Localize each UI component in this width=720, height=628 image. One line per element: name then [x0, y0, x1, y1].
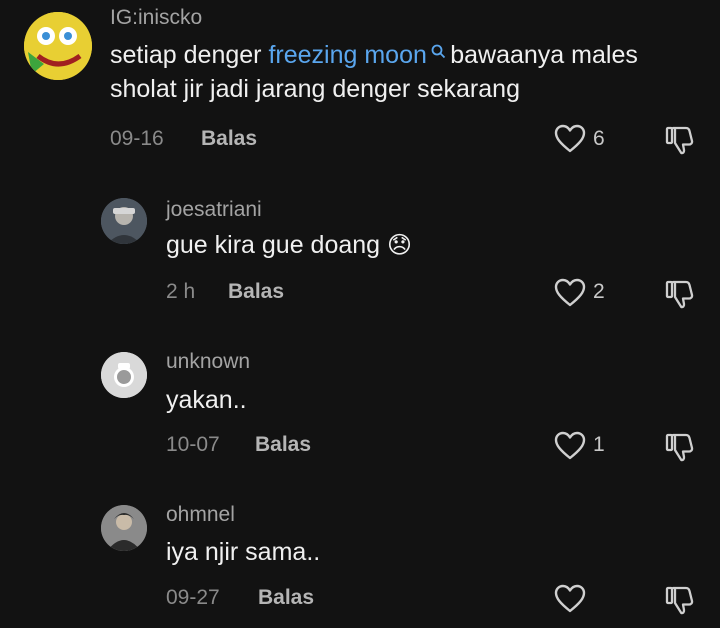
reply-button[interactable]: Balas	[258, 586, 314, 610]
reply-button[interactable]: Balas	[201, 127, 257, 151]
heart-icon[interactable]	[554, 584, 586, 614]
like-count: 6	[593, 127, 605, 150]
reply-button[interactable]: Balas	[255, 433, 311, 457]
avatar[interactable]	[24, 12, 92, 80]
comment-text: setiap denger freezing moon bawaanya mal…	[110, 38, 680, 106]
avatar[interactable]	[101, 352, 147, 398]
avatar[interactable]	[101, 198, 147, 244]
timestamp: 2 h	[166, 280, 196, 303]
dislike-icon[interactable]	[664, 124, 696, 156]
comment-4: ohmnel iya njir sama.. 09-27 Balas	[0, 497, 720, 628]
timestamp: 09-27	[166, 586, 220, 609]
username[interactable]: unknown	[166, 350, 250, 374]
like-count: 2	[593, 280, 605, 303]
timestamp: 09-16	[110, 127, 164, 150]
search-link[interactable]: freezing moon	[268, 41, 426, 69]
heart-icon[interactable]	[554, 278, 586, 308]
comment-3: unknown yakan.. 10-07 Balas 1	[0, 343, 720, 473]
comment-text: yakan..	[166, 386, 247, 414]
disappointed-emoji: 😞	[387, 232, 413, 259]
username[interactable]: ohmnel	[166, 503, 235, 527]
heart-icon[interactable]	[554, 431, 586, 461]
username[interactable]: IG:iniscko	[110, 6, 202, 30]
dislike-icon[interactable]	[664, 431, 696, 463]
username[interactable]: joesatriani	[166, 198, 262, 222]
like-count: 1	[593, 433, 605, 456]
timestamp: 10-07	[166, 433, 220, 456]
comment-text: gue kira gue doang 😞	[166, 228, 412, 263]
reply-button[interactable]: Balas	[228, 280, 284, 304]
search-icon[interactable]	[427, 44, 450, 63]
comment-text-part: gue kira gue doang	[166, 231, 381, 259]
dislike-icon[interactable]	[664, 278, 696, 310]
comment-1: IG:iniscko setiap denger freezing moon b…	[0, 0, 720, 170]
avatar[interactable]	[101, 505, 147, 551]
dislike-icon[interactable]	[664, 584, 696, 616]
comment-text-part: setiap denger	[110, 41, 269, 69]
comment-2: joesatriani gue kira gue doang 😞 2 h Bal…	[0, 190, 720, 320]
heart-icon[interactable]	[554, 124, 586, 154]
comment-text: iya njir sama..	[166, 538, 321, 566]
